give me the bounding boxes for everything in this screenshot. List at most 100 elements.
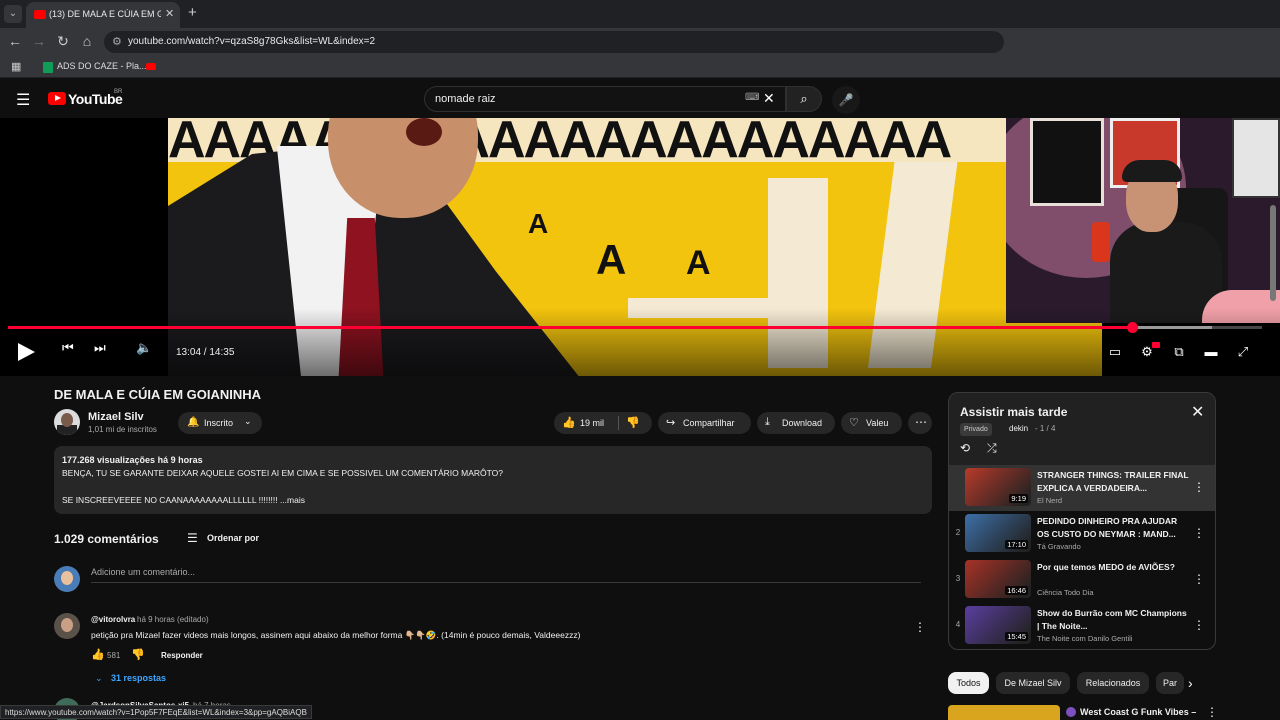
chevron-right-icon[interactable]: ›	[1188, 675, 1193, 691]
frame-letter: A	[528, 208, 549, 239]
progress-scrubber[interactable]	[1126, 322, 1138, 333]
playlist-item-title[interactable]: Show do Burrão com MC Champions | The No…	[1037, 607, 1189, 633]
description-more[interactable]: SE INSCREEVEEEE NO CAANAAAAAAAALLLLLL !!…	[62, 495, 305, 505]
playlist-item-thumbnail[interactable]: 15:45	[965, 606, 1031, 644]
controls-gradient	[0, 308, 1280, 376]
thanks-button[interactable]: ♡ Valeu	[841, 412, 902, 434]
video-player[interactable]: AAAAAAAAAAAAAAAAAAAAAA A A A ⏮ ⏭ 🔈 13:04…	[0, 118, 1280, 376]
miniplayer-icon[interactable]: ⧉	[1170, 344, 1188, 360]
recommendation-title[interactable]: West Coast G Funk Vibes –	[1080, 707, 1196, 717]
clear-search-icon[interactable]: ✕	[763, 90, 775, 107]
playlist-item-title[interactable]: Por que temos MEDO de AVIÕES?	[1037, 561, 1189, 574]
hd-badge-icon	[1152, 342, 1160, 348]
close-icon[interactable]: ✕	[1191, 402, 1204, 422]
keyboard-icon[interactable]: ⌨	[745, 92, 759, 103]
theater-mode-icon[interactable]: ▬	[1202, 344, 1220, 359]
volume-icon[interactable]: 🔈	[136, 340, 152, 356]
page-scrollbar[interactable]	[1270, 205, 1276, 301]
site-info-icon[interactable]: ⚙	[112, 35, 122, 48]
playlist-owner[interactable]: dekin	[1009, 424, 1028, 433]
search-button[interactable]: ⌕	[786, 86, 822, 112]
avatar-face	[61, 618, 73, 632]
playlist-item-channel[interactable]: Tá Gravando	[1037, 542, 1081, 551]
comment-dislike-icon[interactable]: 👎	[131, 648, 145, 661]
time-display: 13:04 / 14:35	[176, 347, 235, 358]
playlist-item-channel[interactable]: El Nerd	[1037, 496, 1062, 505]
add-comment-input[interactable]: Adicione um comentário...	[91, 567, 195, 577]
like-dislike-group: 👍 19 mil 👎	[554, 412, 652, 434]
channel-name[interactable]: Mizael Silv	[88, 411, 144, 423]
playlist-item-index: 2	[955, 528, 961, 537]
browser-tab[interactable]: (13) DE MALA E CÚIA EM GOIAN ✕	[26, 2, 180, 28]
sort-button[interactable]: Ordenar por	[207, 533, 259, 543]
playlist-item[interactable]: 3 16:46 Por que temos MEDO de AVIÕES? Ciênc…	[949, 557, 1215, 603]
like-icon[interactable]: 👍	[562, 416, 576, 429]
chip-de-mizael-silv[interactable]: De Mizael Silv	[996, 672, 1070, 694]
playlist-item-more-icon[interactable]: ⋮	[1193, 572, 1205, 586]
playlist-item-title[interactable]: STRANGER THINGS: TRAILER FINAL EXPLICA A…	[1037, 469, 1189, 495]
search-input[interactable]: nomade raiz ⌨ ✕	[424, 86, 786, 112]
address-bar[interactable]: ⚙ youtube.com/watch?v=qzaS8g78Gks&list=W…	[104, 31, 1004, 53]
recommendation-thumbnail[interactable]	[948, 705, 1060, 720]
playlist-item[interactable]: 4 15:45 Show do Burrão com MC Champions | …	[949, 603, 1215, 649]
chevron-down-icon[interactable]: ⌄	[95, 673, 103, 684]
progress-bar[interactable]	[8, 322, 1262, 333]
dislike-icon[interactable]: 👎	[626, 416, 640, 429]
more-actions-button[interactable]: ⋯	[908, 412, 932, 434]
recommendation-more-icon[interactable]: ⋮	[1206, 705, 1218, 719]
shuffle-icon[interactable]: ⤮	[987, 441, 997, 456]
next-icon[interactable]: ⏭	[94, 340, 106, 356]
subtitles-icon[interactable]: ▭	[1106, 344, 1124, 360]
recommendation-avatar[interactable]	[1066, 707, 1076, 717]
country-code: BR	[114, 89, 123, 95]
apps-grid-icon[interactable]: ▦	[11, 60, 21, 73]
playlist-title[interactable]: Assistir mais tarde	[960, 405, 1067, 419]
new-tab-icon[interactable]: +	[188, 4, 197, 21]
playlist-item[interactable]: 9:19 STRANGER THINGS: TRAILER FINAL EXPLI…	[949, 465, 1215, 511]
loop-icon[interactable]: ⟲	[960, 441, 970, 455]
home-icon[interactable]: ⌂	[78, 33, 96, 49]
tab-search-icon[interactable]: ⌄	[4, 5, 22, 23]
tab-close-icon[interactable]: ✕	[165, 7, 174, 20]
comment-like-icon[interactable]: 👍	[91, 648, 105, 661]
playlist-item-thumbnail[interactable]: 9:19	[965, 468, 1031, 506]
menu-icon[interactable]: ☰	[16, 90, 30, 110]
comment-more-icon[interactable]: ⋮	[914, 620, 926, 634]
view-replies-button[interactable]: 31 respostas	[111, 673, 166, 683]
play-icon[interactable]	[18, 343, 35, 361]
youtube-bookmark-icon[interactable]	[146, 63, 156, 70]
playlist-item-more-icon[interactable]: ⋮	[1193, 526, 1205, 540]
privacy-badge: Privado	[960, 423, 992, 436]
chip-todos[interactable]: Todos	[948, 672, 989, 694]
browser-tab-bar: ⌄ (13) DE MALA E CÚIA EM GOIAN ✕ +	[0, 0, 1280, 28]
subscribed-button[interactable]: 🔔 Inscrito ⌄	[178, 412, 262, 434]
sort-icon[interactable]: ☰	[187, 531, 198, 545]
frame-mouth	[406, 118, 442, 146]
like-count[interactable]: 19 mil	[580, 418, 604, 428]
bookmark-ads-do-caze[interactable]: ADS DO CAZE - Pla...	[57, 61, 147, 71]
download-button[interactable]: ⤓ Download	[757, 412, 835, 434]
microphone-icon[interactable]: 🎤	[832, 86, 860, 114]
comment-avatar[interactable]	[54, 613, 80, 639]
playlist-item-channel[interactable]: Ciência Todo Dia	[1037, 588, 1094, 597]
playlist-item[interactable]: 2 17:10 PEDINDO DINHEIRO PRA AJUDAR OS CUS…	[949, 511, 1215, 557]
chip-relacionados[interactable]: Relacionados	[1077, 672, 1149, 694]
playlist-item-more-icon[interactable]: ⋮	[1193, 618, 1205, 632]
playlist-item-channel[interactable]: The Noite com Danilo Gentili	[1037, 634, 1132, 643]
fullscreen-icon[interactable]: ⤢	[1234, 344, 1252, 360]
share-button[interactable]: ↪ Compartilhar	[658, 412, 751, 434]
comment-time[interactable]: há 9 horas (editado)	[137, 615, 209, 624]
playlist-item-thumbnail[interactable]: 16:46	[965, 560, 1031, 598]
comment-author[interactable]: @vitorolvra	[91, 615, 135, 624]
playlist-item-title[interactable]: PEDINDO DINHEIRO PRA AJUDAR OS CUSTO DO …	[1037, 515, 1189, 541]
reload-icon[interactable]: ↻	[54, 33, 72, 50]
forward-icon[interactable]: →	[30, 33, 48, 49]
chip-partial[interactable]: Par	[1156, 672, 1184, 694]
description-box[interactable]: 177.268 visualizações há 9 horas BENÇA, …	[54, 446, 932, 514]
reply-button[interactable]: Responder	[161, 651, 203, 660]
playlist-item-thumbnail[interactable]: 17:10	[965, 514, 1031, 552]
previous-icon[interactable]: ⏮	[62, 340, 74, 356]
playlist-item-more-icon[interactable]: ⋮	[1193, 480, 1205, 494]
channel-avatar[interactable]	[54, 409, 80, 435]
back-icon[interactable]: ←	[6, 33, 24, 49]
